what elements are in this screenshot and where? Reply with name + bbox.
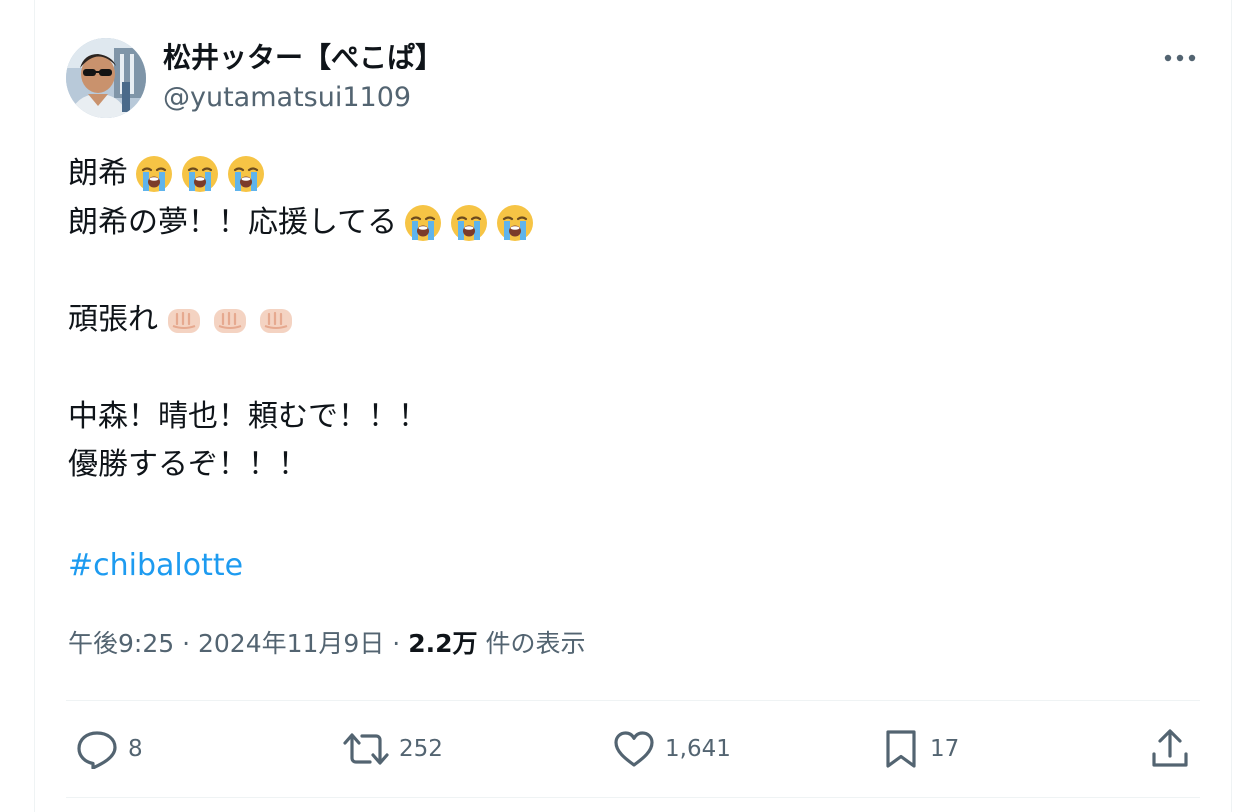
- tweet-text: 朗希朗希の夢！！応援してる 頑張れ 中森！晴也！頼むで！！！ 優勝するぞ！！！: [68, 150, 1188, 490]
- tweet-line-text: [68, 344, 78, 393]
- tweet-date[interactable]: 2024年11月9日: [198, 629, 384, 658]
- meta-separator: ·: [182, 629, 191, 658]
- tweet-line-text: 中森！晴也！頼むで！！！: [68, 398, 428, 434]
- tweet-line: 朗希: [68, 150, 1188, 199]
- tweet-time[interactable]: 午後9:25: [68, 629, 174, 658]
- oncoming-fist-emoji: [256, 300, 296, 340]
- tweet-line: 優勝するぞ！！！: [68, 441, 1188, 490]
- tweet-line-text: [68, 247, 78, 296]
- hashtag-link[interactable]: #chibalotte: [68, 544, 243, 588]
- loudly-crying-face-emoji: [403, 203, 443, 243]
- tweet-line: [68, 247, 1188, 296]
- loudly-crying-face-emoji: [134, 154, 174, 194]
- like-button[interactable]: 1,641: [613, 720, 731, 778]
- bookmark-count: 17: [930, 736, 960, 762]
- repost-count: 252: [399, 736, 443, 762]
- tweet-line: [68, 344, 1188, 393]
- tweet-line-text: 朗希の夢！！応援してる: [68, 204, 398, 240]
- reply-icon: [76, 729, 118, 769]
- tweet-page: 松井ッター【ぺこぱ】 @yutamatsui1109 朗希朗希の夢！！応援してる…: [0, 0, 1244, 812]
- loudly-crying-face-emoji: [226, 154, 266, 194]
- action-bar: 8 252 1,641 17: [66, 720, 1200, 778]
- loudly-crying-face-emoji: [180, 154, 220, 194]
- share-icon: [1150, 728, 1190, 770]
- share-button[interactable]: [1150, 720, 1190, 778]
- loudly-crying-face-emoji: [495, 203, 535, 243]
- user-handle[interactable]: @yutamatsui1109: [163, 81, 411, 115]
- repost-icon: [343, 730, 389, 768]
- tweet-line-text: 頑張れ: [68, 301, 158, 337]
- divider: [66, 700, 1200, 701]
- bookmark-icon: [882, 728, 920, 770]
- loudly-crying-face-emoji: [449, 203, 489, 243]
- tweet-line: 頑張れ: [68, 296, 1188, 345]
- meta-separator: ·: [392, 629, 401, 658]
- tweet-meta: 午後9:25 · 2024年11月9日 · 2.2万 件の表示: [68, 626, 585, 662]
- reply-button[interactable]: 8: [76, 720, 143, 778]
- tweet-line: 朗希の夢！！応援してる: [68, 199, 1188, 248]
- reply-count: 8: [128, 736, 143, 762]
- views-count: 2.2万: [408, 629, 478, 658]
- heart-icon: [613, 730, 655, 768]
- tweet-line: 中森！晴也！頼むで！！！: [68, 393, 1188, 442]
- divider: [66, 797, 1200, 798]
- oncoming-fist-emoji: [164, 300, 204, 340]
- oncoming-fist-emoji: [210, 300, 250, 340]
- like-count: 1,641: [665, 736, 731, 762]
- bookmark-button[interactable]: 17: [882, 720, 959, 778]
- tweet-line-text: 優勝するぞ！！！: [68, 447, 308, 482]
- views-label: 件の表示: [485, 629, 586, 658]
- more-icon[interactable]: [1160, 40, 1200, 76]
- tweet-line-text: 朗希: [68, 156, 128, 191]
- avatar[interactable]: [66, 38, 146, 118]
- display-name[interactable]: 松井ッター【ぺこぱ】: [163, 40, 443, 76]
- repost-button[interactable]: 252: [343, 720, 443, 778]
